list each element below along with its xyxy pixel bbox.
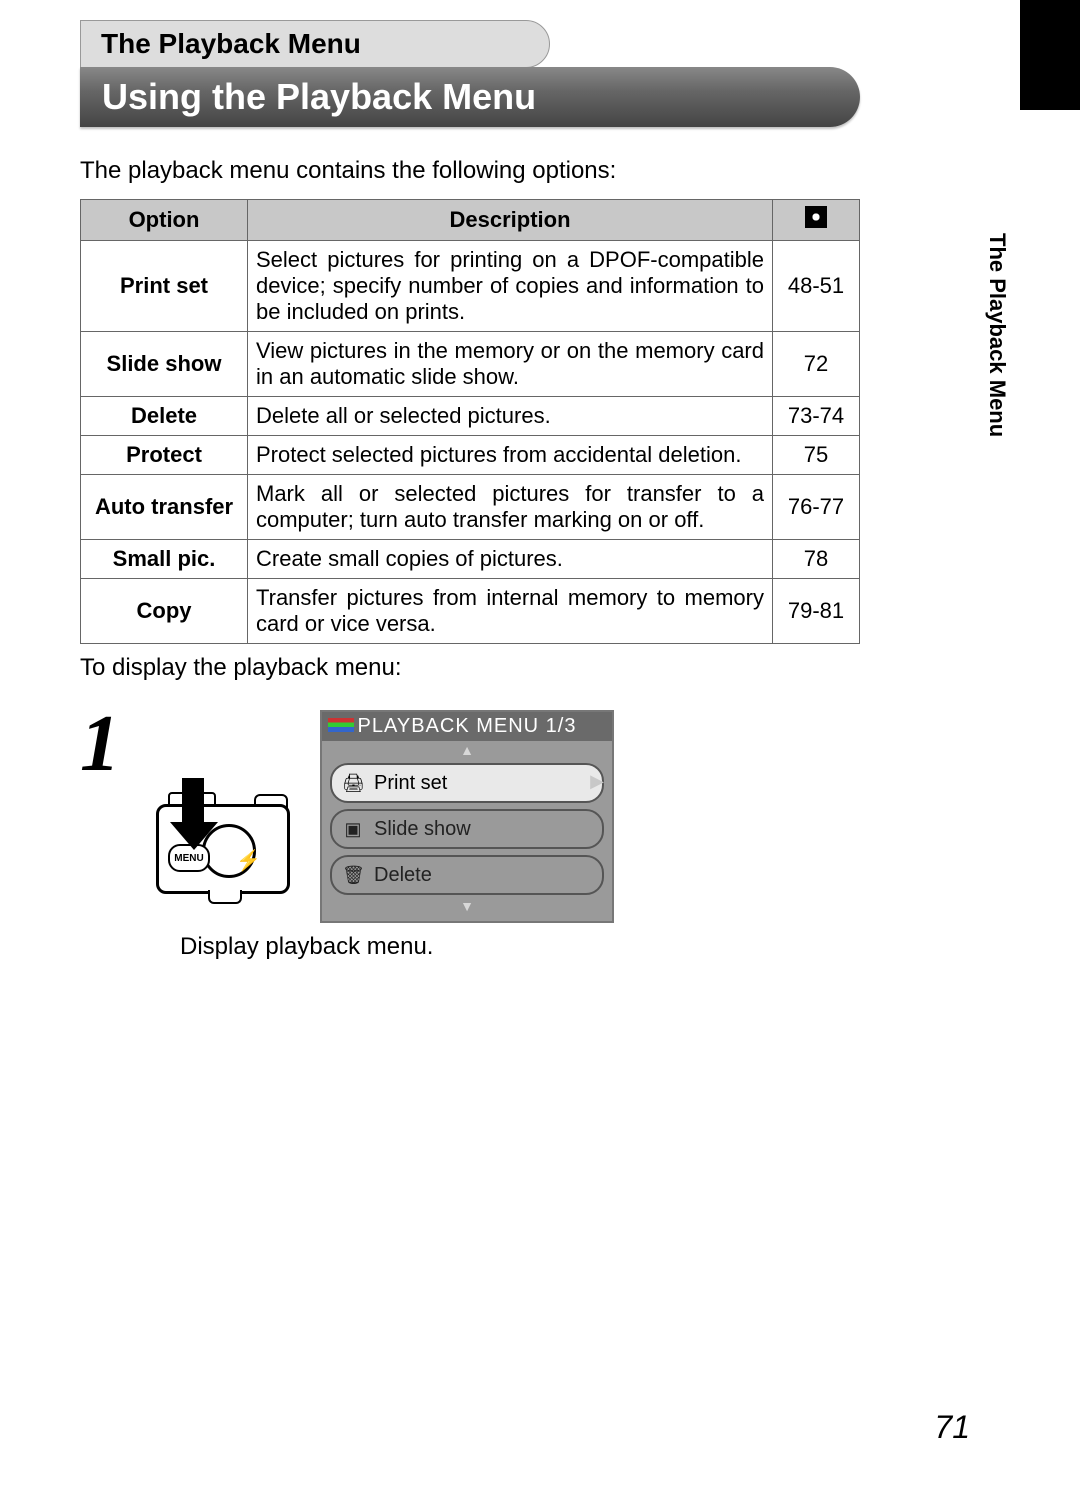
col-description: Description — [248, 200, 773, 241]
lcd-item-icon: 🗑 — [342, 865, 364, 886]
press-arrow-head — [170, 822, 218, 850]
option-page: 75 — [773, 436, 860, 475]
table-row: CopyTransfer pictures from internal memo… — [81, 579, 860, 644]
page-ref-icon — [805, 206, 827, 228]
thumb-tab-top — [1020, 0, 1080, 110]
step-number: 1 — [80, 712, 120, 776]
option-page: 72 — [773, 332, 860, 397]
option-page: 48-51 — [773, 241, 860, 332]
option-page: 76-77 — [773, 475, 860, 540]
lcd-item-label: Delete — [374, 864, 432, 887]
lcd-item-label: Print set — [374, 772, 447, 795]
flash-icon: ⚡ — [236, 848, 261, 873]
option-name: Protect — [81, 436, 248, 475]
table-row: Auto transferMark all or selected pictur… — [81, 475, 860, 540]
option-name: Copy — [81, 579, 248, 644]
lcd-screenshot: PLAYBACK MENU 1/3 ▲ 🖨 Print set ▣ Slide sho… — [320, 710, 614, 923]
table-row: ProtectProtect selected pictures from ac… — [81, 436, 860, 475]
table-row: Small pic.Create small copies of picture… — [81, 540, 860, 579]
page-title: Using the Playback Menu — [102, 76, 536, 118]
option-description: Delete all or selected pictures. — [248, 397, 773, 436]
outro-text: To display the playback menu: — [80, 654, 860, 682]
option-name: Delete — [81, 397, 248, 436]
lcd-item-icon: ▣ — [342, 819, 364, 840]
option-description: Protect selected pictures from accidenta… — [248, 436, 773, 475]
table-row: Slide showView pictures in the memory or… — [81, 332, 860, 397]
table-row: DeleteDelete all or selected pictures.73… — [81, 397, 860, 436]
camera-bottom-tab — [208, 890, 242, 904]
lcd-menu-item: 🖨 Print set — [330, 763, 604, 803]
option-description: View pictures in the memory or on the me… — [248, 332, 773, 397]
option-description: Create small copies of pictures. — [248, 540, 773, 579]
option-page: 79-81 — [773, 579, 860, 644]
option-name: Auto transfer — [81, 475, 248, 540]
options-table: Option Description Print setSelect pictu… — [80, 199, 860, 644]
col-page-ref — [773, 200, 860, 241]
table-row: Print setSelect pictures for printing on… — [81, 241, 860, 332]
intro-text: The playback menu contains the following… — [80, 157, 860, 185]
step-1: 1 MENU ⚡ PLAYBACK MENU 1/3 ▲ 🖨 Print set ▣… — [80, 706, 860, 923]
option-page: 73-74 — [773, 397, 860, 436]
option-name: Small pic. — [81, 540, 248, 579]
option-description: Transfer pictures from internal memory t… — [248, 579, 773, 644]
lcd-up-arrow-icon: ▲ — [330, 745, 604, 757]
press-arrow-stem — [182, 778, 204, 826]
page-number: 71 — [934, 1409, 970, 1446]
breadcrumb-tab: The Playback Menu — [80, 20, 550, 68]
col-option: Option — [81, 200, 248, 241]
step-caption: Display playback menu. — [180, 933, 860, 961]
lcd-item-label: Slide show — [374, 818, 471, 841]
option-description: Mark all or selected pictures for transf… — [248, 475, 773, 540]
breadcrumb-label: The Playback Menu — [101, 28, 361, 60]
lcd-item-icon: 🖨 — [342, 773, 364, 794]
lcd-menu-item: 🗑 Delete — [330, 855, 604, 895]
option-description: Select pictures for printing on a DPOF-c… — [248, 241, 773, 332]
lcd-menu-item: ▣ Slide show — [330, 809, 604, 849]
page-content: The Playback Menu Using the Playback Men… — [80, 0, 860, 985]
page-title-bar: Using the Playback Menu — [80, 67, 860, 127]
option-name: Slide show — [81, 332, 248, 397]
option-name: Print set — [81, 241, 248, 332]
lcd-title: PLAYBACK MENU 1/3 — [322, 712, 612, 741]
lcd-down-arrow-icon: ▼ — [330, 901, 604, 913]
side-section-label: The Playback Menu — [984, 233, 1010, 437]
camera-diagram: MENU ⚡ — [150, 786, 290, 896]
option-page: 78 — [773, 540, 860, 579]
